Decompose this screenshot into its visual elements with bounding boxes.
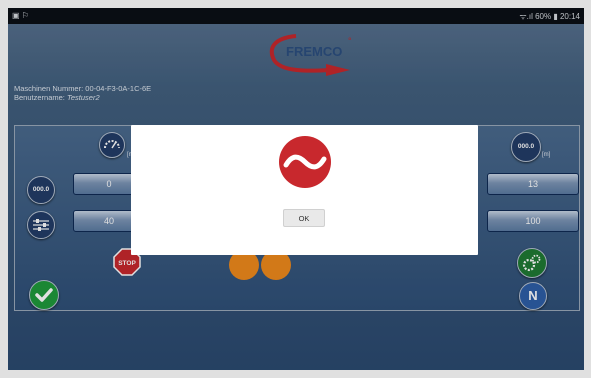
modal-dialog: OK [131,125,478,255]
fremco-wave-icon [279,136,331,188]
ok-button[interactable]: OK [283,209,325,227]
